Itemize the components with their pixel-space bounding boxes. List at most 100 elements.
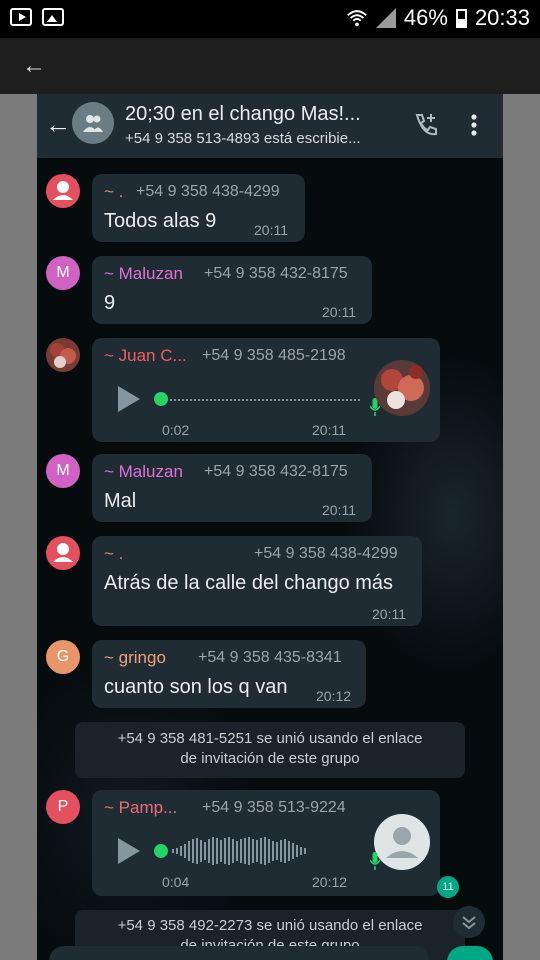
message-item[interactable]: ~ . +54 9 358 438-4299 Atrás de la calle… (37, 536, 503, 628)
message-item[interactable]: ~ . +54 9 358 438-4299 Todos alas 9 20:1… (37, 174, 503, 244)
signal-icon (375, 8, 396, 28)
waveform-bar (260, 838, 262, 864)
waveform-bar (208, 839, 210, 863)
system-icons: 46% 20:33 (346, 5, 530, 31)
sender-name[interactable]: ~ Juan C... (104, 346, 187, 366)
message-text: Atrás de la calle del chango más (104, 572, 394, 594)
photo-frame: ← 20;30 en el chango Mas!... +54 9 358 5… (0, 94, 540, 960)
sender-name[interactable]: ~ Maluzan (104, 462, 183, 482)
viewer-app-bar: ← (0, 38, 540, 94)
avatar[interactable]: G (46, 640, 80, 674)
waveform-bar (224, 838, 226, 864)
waveform-bar (200, 840, 202, 862)
sender-name[interactable]: ~ Maluzan (104, 264, 183, 284)
avatar[interactable] (46, 338, 80, 372)
voice-message-item[interactable]: ~ Juan C... +54 9 358 485-2198 0:02 20:1… (37, 338, 503, 444)
sender-phone: +54 9 358 438-4299 (136, 183, 280, 200)
waveform-bar (288, 841, 290, 861)
voice-waveform[interactable] (170, 399, 360, 401)
avatar[interactable]: M (46, 454, 80, 488)
sender-phone: +54 9 358 432-8175 (204, 463, 348, 480)
waveform-bar (264, 837, 266, 865)
chat-header[interactable]: ← 20;30 en el chango Mas!... +54 9 358 5… (37, 94, 503, 158)
waveform-bar (236, 841, 238, 861)
group-avatar[interactable] (72, 102, 114, 144)
message-bubble[interactable]: ~ . +54 9 358 438-4299 Todos alas 9 20:1… (92, 174, 305, 242)
message-text: Todos alas 9 (104, 210, 217, 232)
notification-icons (10, 8, 64, 26)
scroll-down-button[interactable] (453, 906, 485, 938)
system-message: +54 9 358 481-5251 se unió usando el enl… (75, 722, 465, 778)
waveform-bar (232, 839, 234, 863)
image-icon (42, 8, 64, 26)
message-time: 20:11 (322, 502, 356, 518)
play-icon[interactable] (118, 838, 140, 864)
unread-count-badge[interactable]: 11 (437, 876, 459, 898)
screenshot-root: 46% 20:33 ← ← 20;30 en el chango Mas!...… (0, 0, 540, 960)
waveform-bar (212, 837, 214, 865)
sender-name[interactable]: ~ . (104, 544, 123, 564)
more-options-icon[interactable] (471, 114, 477, 136)
whatsapp-screen: ← 20;30 en el chango Mas!... +54 9 358 5… (37, 94, 503, 960)
voice-duration: 0:04 (162, 874, 190, 890)
waveform-bar (280, 840, 282, 862)
message-bubble[interactable]: ~ . +54 9 358 438-4299 Atrás de la calle… (92, 536, 422, 626)
message-text: Mal (104, 490, 137, 512)
seek-handle[interactable] (154, 392, 168, 406)
sender-name[interactable]: ~ Pamp... (104, 798, 177, 818)
mic-icon (369, 852, 381, 870)
sender-name[interactable]: ~ gringo (104, 648, 166, 668)
message-bubble[interactable]: ~ Juan C... +54 9 358 485-2198 0:02 20:1… (92, 338, 440, 442)
waveform-bar (296, 845, 298, 857)
group-icon (83, 114, 103, 132)
status-bar: 46% 20:33 (0, 0, 540, 38)
waveform-bar (272, 841, 274, 861)
add-call-icon[interactable] (413, 112, 439, 138)
sender-phone: +54 9 358 438-4299 (254, 545, 398, 562)
sender-phone: +54 9 358 485-2198 (202, 347, 346, 364)
message-item[interactable]: G ~ gringo +54 9 358 435-8341 cuanto son… (37, 640, 503, 710)
waveform-bar (284, 839, 286, 863)
sender-phone: +54 9 358 432-8175 (204, 265, 348, 282)
message-text: cuanto son los q van (104, 676, 288, 698)
play-icon[interactable] (118, 386, 140, 412)
waveform-bar (268, 839, 270, 863)
message-bubble[interactable]: ~ Maluzan +54 9 358 432-8175 Mal 20:11 (92, 454, 372, 522)
wifi-icon (346, 7, 368, 29)
seek-handle[interactable] (154, 844, 168, 858)
waveform-bar (244, 838, 246, 864)
avatar[interactable] (46, 174, 80, 208)
waveform-bar (176, 848, 178, 854)
battery-icon (455, 8, 467, 28)
message-item[interactable]: M ~ Maluzan +54 9 358 432-8175 Mal 20:11 (37, 454, 503, 524)
message-item[interactable]: M ~ Maluzan +54 9 358 432-8175 9 20:11 (37, 256, 503, 326)
message-bubble[interactable]: ~ Maluzan +54 9 358 432-8175 9 20:11 (92, 256, 372, 324)
voice-sender-avatar (374, 814, 430, 870)
sender-phone: +54 9 358 435-8341 (198, 649, 342, 666)
message-time: 20:11 (372, 606, 406, 622)
system-message-line: de invitación de este grupo (180, 750, 360, 767)
waveform-bar (292, 843, 294, 859)
waveform-bar (304, 848, 306, 854)
battery-percent: 46% (403, 5, 448, 30)
waveform-bar (172, 849, 174, 853)
message-bubble[interactable]: ~ gringo +54 9 358 435-8341 cuanto son l… (92, 640, 366, 708)
chat-title[interactable]: 20;30 en el chango Mas!... (125, 103, 361, 126)
chat-back-icon[interactable]: ← (45, 110, 71, 138)
voice-message-item[interactable]: P ~ Pamp... +54 9 358 513-9224 0:04 20:1… (37, 790, 503, 898)
avatar[interactable]: P (46, 790, 80, 824)
waveform-bar (192, 839, 194, 863)
message-input[interactable] (49, 946, 429, 960)
avatar[interactable] (46, 536, 80, 570)
waveform-bar (248, 837, 250, 865)
mic-button[interactable] (447, 946, 493, 960)
waveform-bar (256, 840, 258, 862)
waveform-bar (220, 840, 222, 862)
avatar[interactable]: M (46, 256, 80, 290)
back-arrow-icon[interactable]: ← (22, 52, 46, 80)
message-bubble[interactable]: ~ Pamp... +54 9 358 513-9224 0:04 20:12 (92, 790, 440, 896)
voice-waveform[interactable] (172, 836, 306, 866)
waveform-bar (196, 838, 198, 864)
message-time: 20:11 (312, 422, 346, 438)
sender-name[interactable]: ~ . (104, 182, 123, 202)
